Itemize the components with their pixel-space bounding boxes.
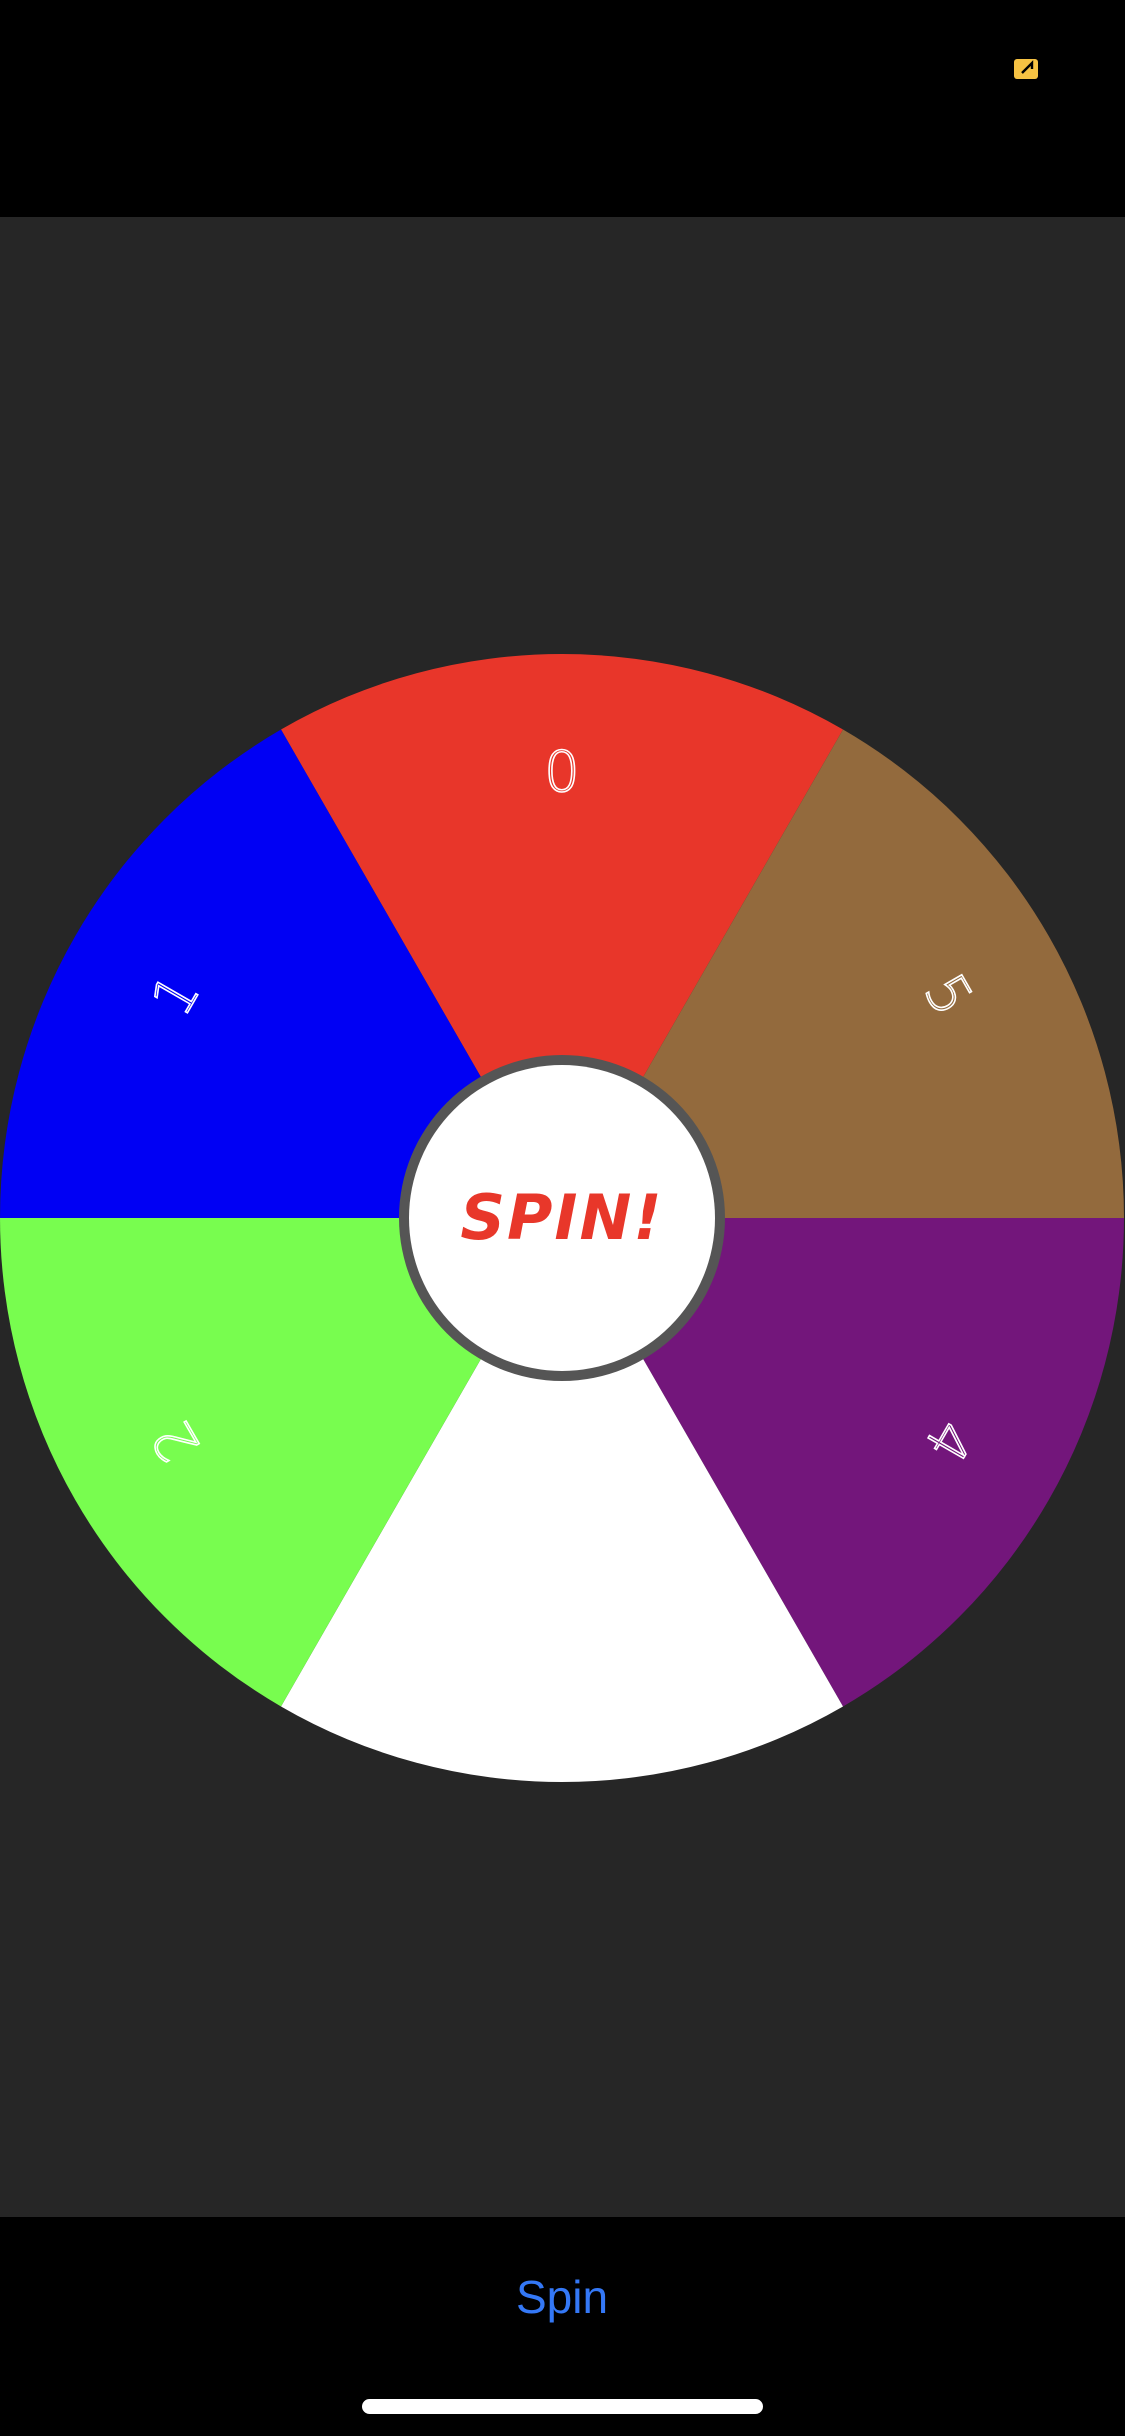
wheel-segment-label: 0 — [544, 740, 580, 805]
bottom-toolbar: Spin — [0, 2217, 1125, 2436]
spin-center-button[interactable]: SPIN! — [399, 1055, 725, 1381]
spin-center-label: SPIN! — [460, 1181, 663, 1254]
home-indicator[interactable] — [362, 2399, 763, 2414]
spin-button[interactable]: Spin — [462, 2257, 662, 2337]
wheel-area: 05421 SPIN! — [0, 217, 1125, 2217]
spinner-wheel[interactable]: 05421 SPIN! — [0, 217, 1125, 2217]
location-indicator-icon — [1014, 59, 1038, 79]
status-bar — [0, 0, 1125, 217]
